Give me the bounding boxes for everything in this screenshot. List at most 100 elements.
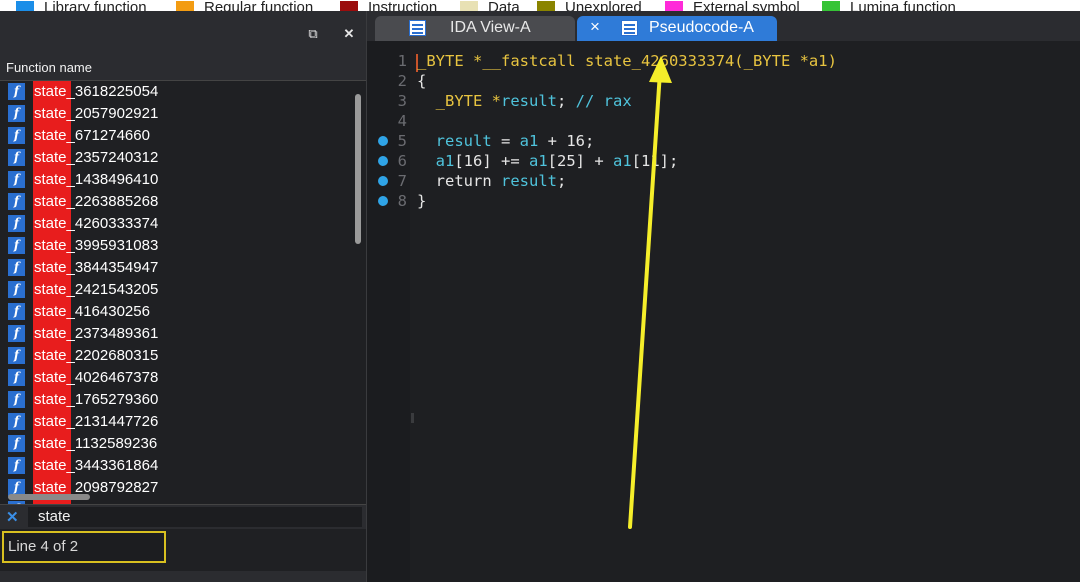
- editor-splitter-handle[interactable]: [411, 413, 414, 423]
- float-window-icon[interactable]: ⧉: [306, 27, 320, 41]
- line-number: 5: [397, 132, 407, 150]
- quick-filter-row: ✕ state: [0, 504, 366, 529]
- function-name: state_4026467378: [34, 369, 159, 386]
- legend-item: Instruction: [340, 0, 437, 11]
- function-list-item[interactable]: f state_1765279360: [0, 389, 352, 411]
- function-icon: f: [8, 325, 25, 342]
- function-name: state_2421543205: [34, 281, 159, 298]
- function-icon: f: [8, 105, 25, 122]
- code-line[interactable]: 7 return result;: [367, 171, 1080, 191]
- function-name: state_2202680315: [34, 347, 159, 364]
- code-line[interactable]: 8}: [367, 191, 1080, 211]
- code-text: return result;: [417, 172, 567, 190]
- function-name: state_671274660: [34, 127, 150, 144]
- tab-ida-view[interactable]: IDA View-A: [375, 16, 575, 41]
- function-list-item[interactable]: f state_1438496410: [0, 169, 352, 191]
- function-icon: f: [8, 237, 25, 254]
- function-name: state_1765279360: [34, 391, 159, 408]
- legend-item: Data: [460, 0, 520, 11]
- code-line[interactable]: 5 result = a1 + 16;: [367, 131, 1080, 151]
- code-text: a1[16] += a1[25] + a1[11];: [435, 152, 679, 170]
- function-name: state_3995931083: [34, 237, 159, 254]
- legend-swatch: [460, 1, 478, 11]
- code-text: {: [417, 72, 427, 90]
- function-icon: f: [8, 303, 25, 320]
- function-icon: f: [8, 435, 25, 452]
- legend-label: Library function: [44, 0, 147, 11]
- function-list-item[interactable]: f state_3618225054: [0, 81, 352, 103]
- function-list-item[interactable]: f state_2057902921: [0, 103, 352, 125]
- code-text: _BYTE *result; // rax: [435, 92, 632, 110]
- function-icon: f: [8, 83, 25, 100]
- legend-label: Instruction: [368, 0, 438, 11]
- code-line[interactable]: 2{: [367, 71, 1080, 91]
- legend-swatch: [16, 1, 34, 11]
- line-number: 3: [397, 92, 407, 110]
- function-icon: f: [8, 149, 25, 166]
- function-name: state_3443361864: [34, 457, 159, 474]
- function-name-column-header[interactable]: Function name: [0, 58, 366, 81]
- code-line[interactable]: 1 _BYTE *__fastcall state_4260333374(_BYT…: [367, 51, 1080, 72]
- legend-label: External symbol: [693, 0, 800, 11]
- function-icon: f: [8, 369, 25, 386]
- legend-swatch: [176, 1, 194, 11]
- breakpoint-dot-icon[interactable]: [378, 176, 388, 186]
- function-list-item[interactable]: f state_3443361864: [0, 455, 352, 477]
- function-list[interactable]: f state_3618225054 f state_2057902921 f state…: [0, 81, 352, 509]
- function-list-item[interactable]: f state_4260333374: [0, 213, 352, 235]
- function-list-item[interactable]: f state_2263885268: [0, 191, 352, 213]
- function-name: state_3844354947: [34, 259, 159, 276]
- function-list-item[interactable]: f state_2357240312: [0, 147, 352, 169]
- function-name: state_2373489361: [34, 325, 159, 342]
- function-icon: f: [8, 215, 25, 232]
- legend-label: Lumina function: [850, 0, 956, 11]
- function-list-item[interactable]: f state_2421543205: [0, 279, 352, 301]
- code-line[interactable]: 4: [367, 111, 1080, 131]
- function-icon: f: [8, 171, 25, 188]
- pseudocode-editor[interactable]: 1 _BYTE *__fastcall state_4260333374(_BYT…: [367, 41, 1080, 582]
- function-list-item[interactable]: f state_4026467378: [0, 367, 352, 389]
- function-name: state_416430256: [34, 303, 150, 320]
- color-legend-bar: Library function Regular function Instruct…: [0, 0, 1080, 11]
- function-icon: f: [8, 413, 25, 430]
- function-list-item[interactable]: f state_416430256: [0, 301, 352, 323]
- function-list-item[interactable]: f state_3995931083: [0, 235, 352, 257]
- vertical-scrollbar[interactable]: [355, 94, 361, 244]
- legend-label: Regular function: [204, 0, 314, 11]
- breakpoint-dot-icon[interactable]: [378, 196, 388, 206]
- code-line[interactable]: 6 a1[16] += a1[25] + a1[11];: [367, 151, 1080, 171]
- function-icon: f: [8, 347, 25, 364]
- functions-panel-titlebar: ⧉ ✕: [0, 11, 366, 58]
- line-number: 1: [397, 52, 407, 70]
- function-icon: f: [8, 281, 25, 298]
- status-line-text: Line 4 of 2: [8, 538, 79, 555]
- legend-item: Regular function: [176, 0, 313, 11]
- breakpoint-dot-icon[interactable]: [378, 156, 388, 166]
- function-icon: f: [8, 391, 25, 408]
- legend-item: Library function: [16, 0, 147, 11]
- filter-input[interactable]: state: [28, 507, 362, 527]
- close-tab-icon[interactable]: ×: [590, 17, 600, 37]
- function-list-item[interactable]: f state_2202680315: [0, 345, 352, 367]
- line-number: 7: [397, 172, 407, 190]
- line-number: 4: [397, 112, 407, 130]
- close-icon[interactable]: ✕: [342, 27, 356, 41]
- code-line[interactable]: 3 _BYTE *result; // rax: [367, 91, 1080, 111]
- tab-pseudocode[interactable]: × Pseudocode-A: [577, 16, 777, 41]
- clear-filter-icon[interactable]: ✕: [6, 508, 19, 526]
- function-icon: f: [8, 259, 25, 276]
- breakpoint-dot-icon[interactable]: [378, 136, 388, 146]
- legend-item: External symbol: [665, 0, 800, 11]
- function-name: state_3618225054: [34, 83, 159, 100]
- function-list-item[interactable]: f state_671274660: [0, 125, 352, 147]
- function-list-item[interactable]: f state_3844354947: [0, 257, 352, 279]
- function-icon: f: [8, 457, 25, 474]
- horizontal-scrollbar[interactable]: [8, 494, 90, 500]
- legend-swatch: [537, 1, 555, 11]
- function-list-item[interactable]: f state_2373489361: [0, 323, 352, 345]
- function-list-item[interactable]: f state_1132589236: [0, 433, 352, 455]
- line-number: 6: [397, 152, 407, 170]
- function-list-item[interactable]: f state_2131447726: [0, 411, 352, 433]
- filter-input-value: state: [38, 508, 71, 525]
- function-name: state_1132589236: [34, 435, 158, 452]
